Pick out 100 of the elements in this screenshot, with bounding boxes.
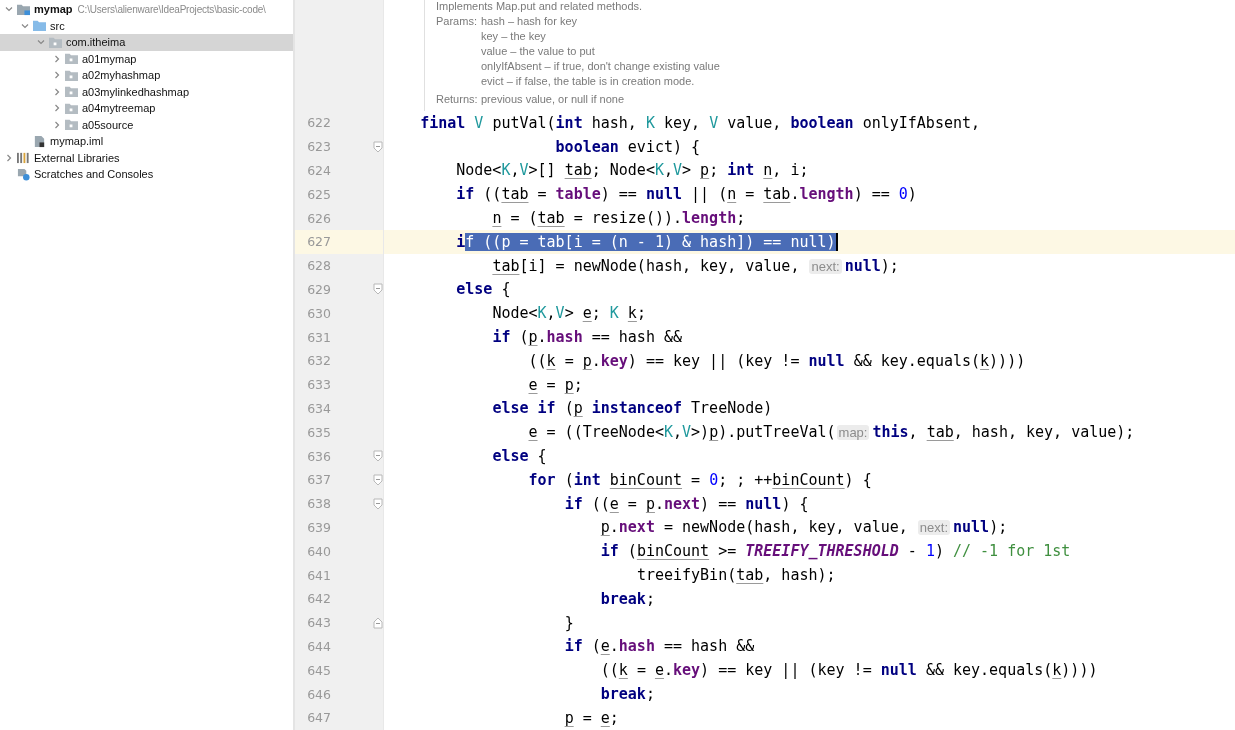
code-line: ((k = e.key) == key || (key != null && key.equals(k)))): [599, 661, 1098, 680]
code-line: boolean evict) {: [554, 137, 701, 156]
chevron-icon[interactable]: [52, 103, 62, 114]
code-line: n = (tab = resize()).length;: [491, 209, 746, 228]
code-line: for (int binCount = 0; ; ++binCount) {: [527, 470, 872, 489]
chevron-icon[interactable]: [52, 70, 62, 81]
chevron-icon[interactable]: [52, 86, 62, 97]
fold-icon[interactable]: [373, 140, 383, 153]
code-line: break;: [599, 685, 655, 703]
folder-icon: [64, 85, 79, 99]
code-line: Node<K,V>[] tab; Node<K,V> p; int n, i;: [455, 161, 809, 180]
line-number: 633: [306, 377, 331, 393]
param-description: value – the value to put: [481, 44, 596, 59]
parameter-hint: map:: [836, 425, 870, 441]
project-path: C:\Users\alienware\IdeaProjects\basic-code\: [77, 3, 266, 15]
code-line: }: [563, 613, 574, 632]
tree-item[interactable]: a04mytreemap: [0, 100, 293, 117]
folder-icon: [16, 2, 31, 16]
line-number: 631: [306, 329, 331, 345]
tree-label: Scratches and Consoles: [34, 168, 154, 181]
line-number: 626: [306, 210, 331, 226]
fold-icon[interactable]: [373, 473, 383, 486]
param-description: evict – if false, the table is in creation mode.: [481, 74, 696, 89]
line-number: 645: [306, 662, 331, 678]
code-line: treeifyBin(tab, hash);: [635, 566, 836, 585]
line-number: 627: [306, 234, 331, 250]
tree-item[interactable]: a01mymap: [0, 50, 293, 67]
chevron-icon[interactable]: [4, 152, 14, 163]
tree-label: src: [50, 19, 65, 32]
line-number: 629: [306, 281, 331, 297]
code-line: if ((e = p.next) == null) {: [563, 494, 809, 513]
folder-icon: [64, 118, 79, 132]
tree-item[interactable]: Scratches and Consoles: [0, 166, 293, 183]
code-line: if (e.hash == hash &&: [563, 637, 755, 656]
chevron-icon[interactable]: [52, 119, 62, 130]
folder-icon: [64, 101, 79, 115]
tree-label: a03mylinkedhashmap: [82, 85, 189, 98]
line-number: 646: [306, 686, 331, 702]
line-number: 641: [306, 567, 331, 583]
code-line: e = ((TreeNode<K,V>)p).putTreeVal( map: this, tab, hash, key, value);: [527, 423, 1135, 442]
return-description: previous value, or null if none: [481, 92, 626, 107]
line-number: 623: [306, 139, 331, 155]
code-line: if (binCount >= TREEIFY_THRESHOLD - 1) // -1 for 1st: [599, 542, 1071, 561]
tree-item[interactable]: com.itheima: [0, 34, 293, 51]
tree-item[interactable]: a03mylinkedhashmap: [0, 83, 293, 100]
code-line: else if (p instanceof TreeNode): [491, 399, 773, 418]
tree-label: External Libraries: [34, 151, 120, 164]
doc-summary: Implements Map.put and related methods.: [436, 0, 644, 14]
line-number: 638: [306, 496, 331, 512]
code-line: p.next = newNode(hash, key, value, next: null);: [599, 518, 1008, 537]
line-number: 624: [306, 163, 331, 178]
doc-label: Returns:: [436, 92, 479, 107]
tree-item[interactable]: src: [0, 17, 293, 34]
code-line: break;: [599, 589, 655, 608]
param-description: key – the key: [481, 29, 547, 44]
line-number: 640: [306, 543, 331, 559]
doc-label: Params:: [436, 14, 478, 29]
code-line: p = e;: [563, 708, 619, 727]
code-line: if ((p = tab[i = (n - 1) & hash]) == null): [455, 232, 838, 251]
fold-icon[interactable]: [373, 450, 383, 463]
line-number: 625: [306, 186, 331, 202]
code-line: e = p;: [527, 375, 583, 394]
folder-icon: [48, 35, 63, 49]
code-line: else {: [455, 280, 511, 299]
line-number: 622: [306, 115, 331, 131]
line-number: 632: [306, 353, 331, 369]
fold-icon[interactable]: [373, 283, 383, 296]
param-description: onlyIfAbsent – if true, don't change existing value: [481, 59, 721, 74]
folder-icon: [64, 52, 79, 66]
tree-item[interactable]: a02myhashmap: [0, 67, 293, 84]
line-number: 634: [306, 400, 331, 416]
code-line: tab[i] = newNode(hash, key, value, next: null);: [491, 256, 899, 275]
tree-item[interactable]: mymap.iml: [0, 133, 293, 150]
line-number: 637: [306, 472, 331, 488]
tree-item[interactable]: External Libraries: [0, 149, 293, 166]
parameter-hint: next:: [917, 520, 951, 536]
tree-item[interactable]: mymap C:\Users\alienware\IdeaProjects\basic-code\: [0, 1, 293, 18]
tree-label: a01mymap: [82, 52, 137, 65]
fold-icon[interactable]: [373, 497, 383, 510]
tree-label: mymap.iml: [50, 135, 104, 148]
tree-label: a05source: [82, 118, 134, 131]
line-number: 630: [306, 305, 331, 321]
tree-item[interactable]: a05source: [0, 116, 293, 133]
line-number: 643: [306, 615, 331, 631]
fold-icon[interactable]: [373, 616, 383, 629]
chevron-icon[interactable]: [52, 53, 62, 64]
tree-label: mymap: [34, 3, 73, 16]
tree-label: com.itheima: [66, 36, 126, 49]
code-line: if (p.hash == hash &&: [491, 328, 683, 347]
line-number: 642: [306, 591, 331, 607]
param-description: hash – hash for key: [481, 14, 578, 29]
parameter-hint: next:: [809, 258, 842, 274]
library-icon: [16, 151, 31, 165]
tree-label: a02myhashmap: [82, 69, 161, 82]
code-line: final V putVal(int hash, K key, V value, boolean onlyIfAbsent,: [419, 113, 981, 132]
code-line: ((k = p.key) == key || (key != null && key.equals(k)))): [527, 351, 1026, 370]
code-line: if ((tab = table) == null || (n = tab.length) == 0): [455, 185, 917, 204]
line-number: 635: [306, 424, 331, 440]
line-number: 644: [306, 638, 331, 654]
line-number: 639: [306, 519, 331, 535]
